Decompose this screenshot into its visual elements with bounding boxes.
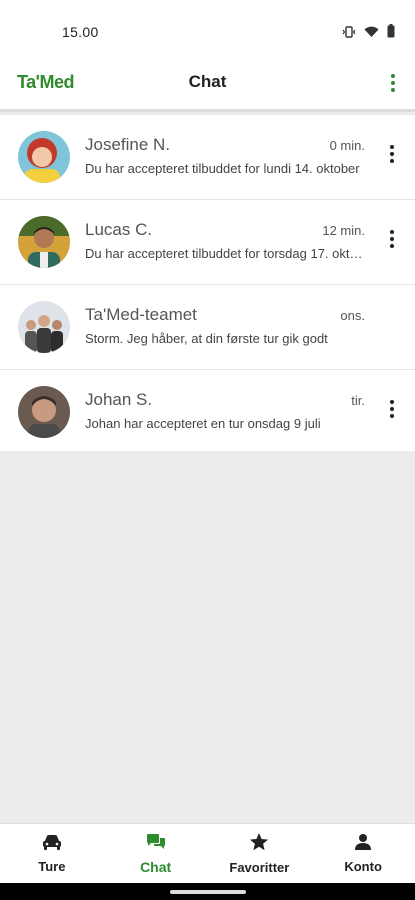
chat-time: tir. [351, 393, 365, 408]
chat-name: Lucas C. [85, 220, 153, 239]
chat-name: Josefine N. [85, 135, 171, 154]
home-indicator[interactable] [170, 890, 246, 894]
wifi-icon [364, 25, 379, 43]
nav-item-favoritter[interactable]: Favoritter [208, 824, 312, 883]
car-icon [41, 833, 63, 856]
system-gesture-bar [0, 883, 415, 900]
nav-label: Favoritter [229, 860, 290, 875]
avatar [18, 131, 70, 183]
nav-label: Konto [344, 859, 382, 874]
status-icons [342, 24, 395, 43]
chat-options-button[interactable] [387, 398, 397, 420]
chat-bubbles-icon [145, 833, 167, 856]
chat-list: Josefine N. 0 min. Du har accepteret til… [0, 115, 415, 455]
chat-time: 12 min. [322, 223, 365, 238]
more-vert-icon-dot [391, 81, 395, 85]
chat-item-josefine[interactable]: Josefine N. 0 min. Du har accepteret til… [0, 115, 415, 200]
more-vert-icon [390, 145, 394, 149]
chat-time: ons. [340, 308, 365, 323]
more-vert-icon-dot [390, 159, 394, 163]
chat-name: Ta'Med-teamet [85, 305, 197, 324]
nav-item-ture[interactable]: Ture [0, 824, 104, 883]
more-vert-icon-dot [390, 407, 394, 411]
avatar [18, 386, 70, 438]
overflow-menu-button[interactable] [385, 70, 401, 96]
chat-preview: Du har accepteret tilbuddet for torsdag … [85, 246, 367, 261]
empty-content-area [0, 451, 415, 823]
chat-preview: Storm. Jeg håber, at din første tur gik … [85, 331, 328, 346]
person-icon [354, 833, 372, 856]
vibrate-icon [342, 25, 356, 43]
avatar [18, 216, 70, 268]
star-icon [249, 832, 269, 857]
nav-label: Chat [140, 858, 172, 875]
status-time: 15.00 [62, 24, 99, 40]
chat-time: 0 min. [329, 138, 365, 153]
more-vert-icon-dot [390, 237, 394, 241]
avatar [18, 301, 70, 353]
chat-item-tamed-team[interactable]: Ta'Med-teamet ons. Storm. Jeg håber, at … [0, 285, 415, 370]
more-vert-icon-dot [390, 244, 394, 248]
chat-preview: Du har accepteret tilbuddet for lundi 14… [85, 161, 360, 176]
chat-item-lucas[interactable]: Lucas C. 12 min. Du har accepteret tilbu… [0, 200, 415, 285]
bottom-navigation: Ture Chat Favoritter Konto [0, 823, 415, 883]
more-vert-icon-dot [390, 414, 394, 418]
app-bar: Ta'Med Chat [0, 58, 415, 112]
chat-preview: Johan har accepteret en tur onsdag 9 jul… [85, 416, 321, 431]
more-vert-icon [391, 74, 395, 78]
chat-options-button[interactable] [387, 143, 397, 165]
more-vert-icon [390, 230, 394, 234]
more-vert-icon-dot [391, 88, 395, 92]
chat-item-johan[interactable]: Johan S. tir. Johan har accepteret en tu… [0, 370, 415, 455]
status-bar: 15.00 [0, 0, 415, 58]
nav-item-chat[interactable]: Chat [104, 824, 208, 883]
chat-options-button[interactable] [387, 228, 397, 250]
more-vert-icon-dot [390, 152, 394, 156]
chat-name: Johan S. [85, 390, 153, 409]
battery-icon [387, 24, 395, 43]
nav-label: Ture [38, 859, 66, 874]
nav-item-konto[interactable]: Konto [311, 824, 415, 883]
page-title: Chat [188, 72, 227, 91]
more-vert-icon [390, 400, 394, 404]
